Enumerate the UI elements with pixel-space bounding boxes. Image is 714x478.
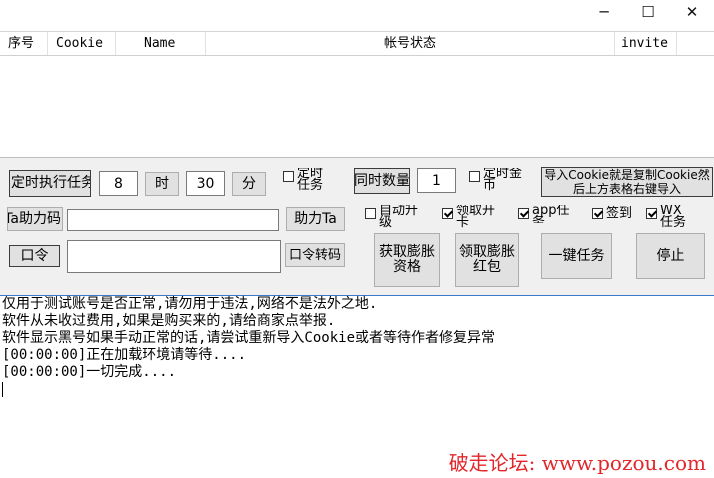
sign-in-checkbox[interactable]: 签到 xyxy=(592,205,632,222)
hour-button[interactable]: 时 xyxy=(145,172,179,196)
minute-button[interactable]: 分 xyxy=(232,172,266,196)
draw-card-label: 领取开卡 xyxy=(456,205,496,229)
app-task-label: app任务 xyxy=(532,205,570,223)
import-cookie-hint-button[interactable]: 导入Cookie就是复制Cookie然后上方表格右键导入 xyxy=(541,167,713,197)
timer-execute-button[interactable]: 定时执行任务 xyxy=(9,170,91,197)
log-output[interactable]: 仅用于测试账号是否正常,请勿用于违法,网络不是法外之地. 软件从未收过费用,如果… xyxy=(0,295,714,478)
column-header-name[interactable]: Name xyxy=(116,32,206,55)
token-input[interactable] xyxy=(67,240,281,273)
draw-card-checkbox[interactable]: 领取开卡 xyxy=(442,205,500,229)
sign-in-label: 签到 xyxy=(606,206,633,221)
log-line: 软件显示黑号如果手动正常的话,请尝试重新导入Cookie或者等待作者修复异常 xyxy=(2,330,495,346)
help-ta-button[interactable]: 助力Ta xyxy=(286,207,345,231)
minute-input[interactable]: 30 xyxy=(186,171,225,196)
get-expand-red-packet-button[interactable]: 领取膨胀红包 xyxy=(455,233,519,287)
auto-upgrade-label: 自动升级 xyxy=(379,205,419,229)
token-button[interactable]: 口令 xyxy=(9,245,60,267)
wx-task-checkbox[interactable]: WX任务 xyxy=(646,205,690,231)
title-bar: ─ ☐ ✕ xyxy=(0,0,714,31)
minimize-icon[interactable]: ─ xyxy=(581,0,627,24)
close-icon[interactable]: ✕ xyxy=(669,0,714,24)
log-line: 软件从未收过费用,如果是购买来的,请给商家点举报. xyxy=(2,313,336,329)
help-code-input[interactable] xyxy=(67,209,279,231)
hour-input[interactable]: 8 xyxy=(99,171,138,196)
stop-button[interactable]: 停止 xyxy=(636,233,705,279)
column-header-cookie[interactable]: Cookie xyxy=(48,32,116,55)
account-table[interactable]: 序号 Cookie Name 帐号状态 invite xyxy=(0,31,714,158)
concurrent-count-button[interactable]: 同时数量 xyxy=(354,168,410,194)
table-header: 序号 Cookie Name 帐号状态 invite xyxy=(0,32,714,56)
log-line: [00:00:00]正在加载环境请等待.... xyxy=(2,347,247,363)
concurrent-count-input[interactable]: 1 xyxy=(417,168,456,193)
column-header-account-status[interactable]: 帐号状态 xyxy=(206,32,615,55)
log-line: [00:00:00]一切完成.... xyxy=(2,364,177,380)
auto-upgrade-checkbox[interactable]: 自动升级 xyxy=(365,205,423,229)
one-click-task-button[interactable]: 一键任务 xyxy=(541,233,612,279)
get-expand-qualification-button[interactable]: 获取膨胀资格 xyxy=(374,233,440,287)
token-convert-button[interactable]: 口令转码 xyxy=(285,243,345,267)
maximize-icon[interactable]: ☐ xyxy=(625,0,671,24)
timed-coin-box[interactable] xyxy=(469,171,480,182)
timed-task-box[interactable] xyxy=(283,171,294,182)
app-task-box[interactable] xyxy=(518,208,529,219)
log-line: 仅用于测试账号是否正常,请勿用于违法,网络不是法外之地. xyxy=(2,296,378,312)
column-header-index[interactable]: 序号 xyxy=(0,32,48,55)
app-task-checkbox[interactable]: app任务 xyxy=(518,205,578,223)
timed-task-label: 定时任务 xyxy=(297,168,324,193)
text-caret xyxy=(2,381,714,398)
sign-in-box[interactable] xyxy=(592,208,603,219)
help-code-button[interactable]: Ta助力码 xyxy=(7,207,63,231)
watermark-text: 破走论坛: www.pozou.com xyxy=(448,451,706,475)
wx-task-label: WX任务 xyxy=(660,205,687,230)
draw-card-box[interactable] xyxy=(442,208,453,219)
timed-coin-label: 定时金币 xyxy=(483,168,523,193)
timed-task-checkbox[interactable]: 定时任务 xyxy=(283,168,329,200)
column-header-invite[interactable]: invite xyxy=(615,32,677,55)
wx-task-box[interactable] xyxy=(646,208,657,219)
timed-coin-checkbox[interactable]: 定时金币 xyxy=(469,168,523,198)
auto-upgrade-box[interactable] xyxy=(365,208,376,219)
